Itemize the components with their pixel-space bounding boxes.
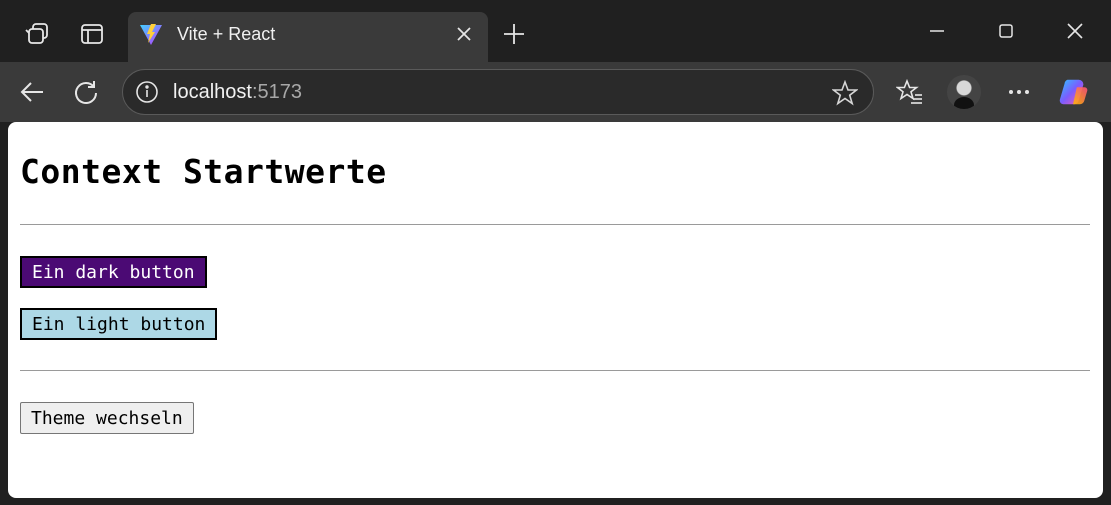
browser-toolbar: localhost:5173 [0, 62, 1111, 122]
tab-actions-icon[interactable] [75, 17, 109, 51]
star-icon[interactable] [831, 79, 859, 107]
tab-title: Vite + React [177, 24, 276, 44]
page-viewport: Context Startwerte Ein dark button Ein l… [8, 122, 1103, 498]
avatar[interactable] [947, 75, 981, 109]
window-close-icon[interactable] [1055, 14, 1095, 48]
more-icon[interactable] [1003, 76, 1035, 108]
refresh-icon[interactable] [70, 76, 102, 108]
page-title: Context Startwerte [20, 152, 387, 191]
window-bottom-edge [0, 498, 1111, 505]
theme-toggle-button[interactable]: Theme wechseln [20, 402, 194, 434]
close-icon[interactable] [452, 22, 476, 46]
browser-tab[interactable]: Vite + React [128, 12, 488, 62]
minimize-icon[interactable] [917, 14, 957, 48]
url-text: localhost:5173 [173, 81, 302, 104]
plus-icon[interactable] [500, 20, 528, 48]
info-icon[interactable] [135, 80, 159, 104]
divider [20, 370, 1090, 371]
maximize-icon[interactable] [986, 14, 1026, 48]
vite-logo-icon [138, 21, 164, 47]
workspaces-icon[interactable] [21, 17, 55, 51]
title-bar: Vite + React [0, 0, 1111, 62]
favorites-icon[interactable] [894, 76, 926, 108]
divider [20, 224, 1090, 225]
address-bar[interactable]: localhost:5173 [122, 69, 874, 115]
light-button[interactable]: Ein light button [20, 308, 218, 340]
copilot-icon[interactable] [1058, 76, 1090, 108]
url-port: :5173 [251, 81, 302, 103]
back-arrow-icon[interactable] [16, 76, 48, 108]
dark-button[interactable]: Ein dark button [20, 256, 207, 288]
url-host: localhost [173, 81, 252, 103]
